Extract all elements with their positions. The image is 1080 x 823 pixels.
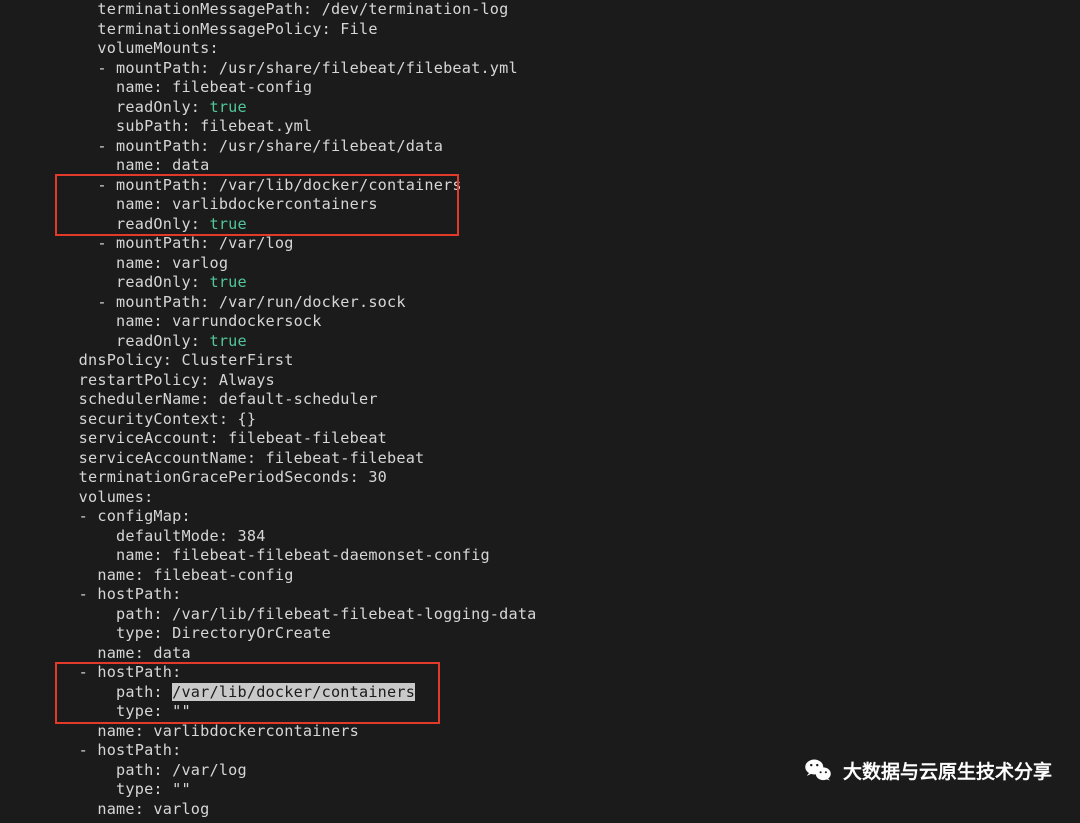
code-block: terminationMessagePath: /dev/termination… <box>0 0 1080 819</box>
